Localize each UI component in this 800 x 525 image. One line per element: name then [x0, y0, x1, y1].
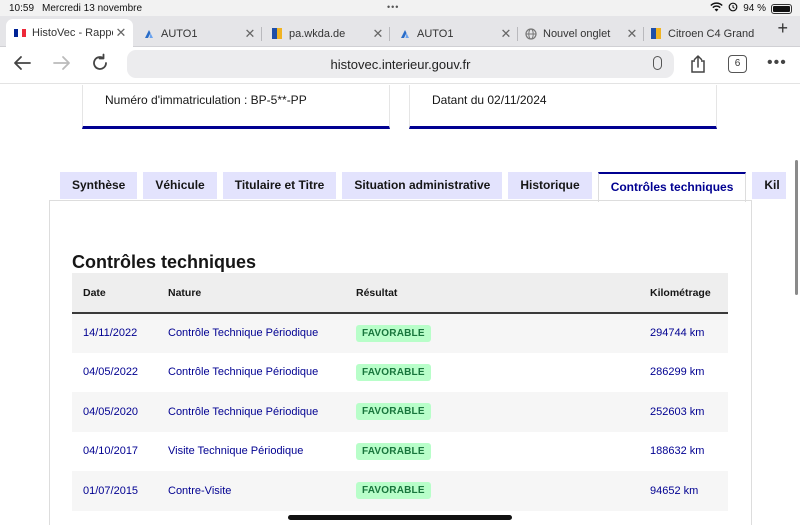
row-nature: Contrôle Technique Périodique — [168, 366, 319, 379]
status-right: 94 % — [710, 2, 792, 15]
row-date: 04/05/2022 — [83, 366, 139, 379]
report-date: Datant du 02/11/2024 — [432, 93, 547, 107]
browser-tab-title: Nouvel onglet — [543, 27, 611, 40]
new-tab-icon[interactable]: + — [777, 18, 788, 39]
table-header-row: Date Nature Résultat Kilométrage — [72, 273, 728, 313]
section-title: Contrôles techniques — [72, 252, 257, 272]
table-row: 04/05/2022 Contrôle Technique Périodique… — [72, 352, 728, 392]
browser-tab[interactable]: AUTO1 ✕ — [135, 20, 262, 47]
reload-icon[interactable] — [90, 53, 110, 79]
auto1-icon — [399, 28, 411, 40]
tab-controles-techniques[interactable]: Contrôles techniques — [597, 172, 747, 202]
browser-tab-title: HistoVec - Rappo — [32, 27, 113, 39]
content-tabs: Synthèse Véhicule Titulaire et Titre Sit… — [60, 172, 787, 202]
french-flag-icon — [14, 27, 26, 39]
column-header-result: Résultat — [356, 286, 398, 299]
row-mileage: 94652 km — [650, 484, 699, 497]
browser-tab-title: pa.wkda.de — [289, 27, 346, 40]
home-indicator[interactable] — [288, 515, 512, 520]
column-header-date: Date — [83, 286, 106, 299]
column-header-nature: Nature — [168, 286, 202, 299]
tab-count-button[interactable]: 6 — [728, 55, 747, 73]
tab-kilometrage[interactable]: Kil — [752, 172, 787, 199]
browser-toolbar: histovec.interieur.gouv.fr 6 ••• — [0, 47, 800, 84]
tab-historique[interactable]: Historique — [508, 172, 592, 199]
auto1-icon — [143, 28, 155, 40]
table-row: 04/10/2017 Visite Technique Périodique F… — [72, 431, 728, 471]
alarm-icon — [728, 2, 738, 15]
row-nature: Contrôle Technique Périodique — [168, 405, 319, 418]
tab-divider — [261, 27, 262, 41]
url-text: histovec.interieur.gouv.fr — [330, 56, 471, 72]
multitask-dots-icon[interactable]: ••• — [387, 2, 399, 12]
close-tab-icon[interactable]: ✕ — [498, 26, 514, 42]
column-header-mileage: Kilométrage — [650, 286, 711, 299]
browser-tab[interactable]: HistoVec - Rappo ✕ — [6, 19, 133, 47]
status-date: Mercredi 13 novembre — [42, 3, 143, 14]
browser-tab[interactable]: pa.wkda.de ✕ — [263, 20, 390, 47]
browser-tab-title: AUTO1 — [161, 27, 198, 40]
result-badge: FAVORABLE — [356, 363, 431, 381]
tab-divider — [389, 27, 390, 41]
tab-vehicule[interactable]: Véhicule — [143, 172, 217, 199]
back-arrow-icon[interactable] — [12, 53, 32, 79]
tab-synthese[interactable]: Synthèse — [60, 172, 138, 199]
row-nature: Contrôle Technique Périodique — [168, 327, 319, 340]
result-badge: FAVORABLE — [356, 442, 431, 460]
browser-tab-title: Citroen C4 Grand — [668, 27, 755, 40]
table-row: 01/07/2015 Contre-Visite FAVORABLE 94652… — [72, 471, 728, 511]
wkda-icon — [271, 28, 283, 40]
row-date: 14/11/2022 — [83, 327, 138, 340]
browser-tab[interactable]: Citroen C4 Grand — [642, 20, 768, 47]
registration-card: Numéro d'immatriculation : BP-5**-PP — [82, 85, 390, 129]
tab-titulaire[interactable]: Titulaire et Titre — [222, 172, 337, 199]
registration-number: Numéro d'immatriculation : BP-5**-PP — [105, 93, 307, 107]
close-tab-icon[interactable]: ✕ — [624, 26, 640, 42]
report-date-card: Datant du 02/11/2024 — [409, 85, 717, 129]
browser-tab-bar: HistoVec - Rappo ✕ AUTO1 ✕ pa.wkda.de ✕ … — [0, 16, 800, 47]
status-time: 10:59 — [9, 3, 35, 14]
close-tab-icon[interactable]: ✕ — [113, 25, 129, 41]
table-row: 04/05/2020 Contrôle Technique Périodique… — [72, 392, 728, 432]
tab-situation-administrative[interactable]: Situation administrative — [342, 172, 503, 199]
status-bar: 10:59 Mercredi 13 novembre ••• 94 % — [0, 0, 800, 16]
table-row: 14/11/2022 Contrôle Technique Périodique… — [72, 313, 728, 353]
row-nature: Visite Technique Périodique — [168, 445, 304, 458]
result-badge: FAVORABLE — [356, 324, 431, 342]
row-mileage: 294744 km — [650, 327, 705, 340]
browser-tab-title: AUTO1 — [417, 27, 454, 40]
result-badge: FAVORABLE — [356, 482, 431, 500]
more-options-icon[interactable]: ••• — [767, 54, 787, 72]
wifi-icon — [710, 2, 723, 15]
wkda-icon — [650, 28, 662, 40]
row-mileage: 188632 km — [650, 445, 705, 458]
share-icon[interactable] — [690, 55, 706, 73]
row-nature: Contre-Visite — [168, 484, 232, 497]
row-mileage: 286299 km — [650, 366, 705, 379]
browser-tab[interactable]: Nouvel onglet ✕ — [517, 20, 644, 47]
forward-arrow-icon[interactable] — [52, 53, 72, 79]
row-date: 04/10/2017 — [83, 445, 139, 458]
result-badge: FAVORABLE — [356, 403, 431, 421]
battery-icon — [771, 3, 792, 14]
row-date: 01/07/2015 — [83, 484, 139, 497]
url-bar[interactable]: histovec.interieur.gouv.fr — [127, 50, 674, 78]
close-tab-icon[interactable]: ✕ — [242, 26, 258, 42]
browser-tab[interactable]: AUTO1 ✕ — [391, 20, 518, 47]
page-scrollbar[interactable] — [795, 160, 798, 295]
battery-percent: 94 % — [743, 3, 766, 14]
microphone-icon[interactable] — [653, 56, 662, 70]
globe-icon — [525, 27, 537, 40]
row-mileage: 252603 km — [650, 405, 705, 418]
row-date: 04/05/2020 — [83, 405, 139, 418]
close-tab-icon[interactable]: ✕ — [370, 26, 386, 42]
technical-inspections-table: Date Nature Résultat Kilométrage 14/11/2… — [72, 273, 728, 511]
